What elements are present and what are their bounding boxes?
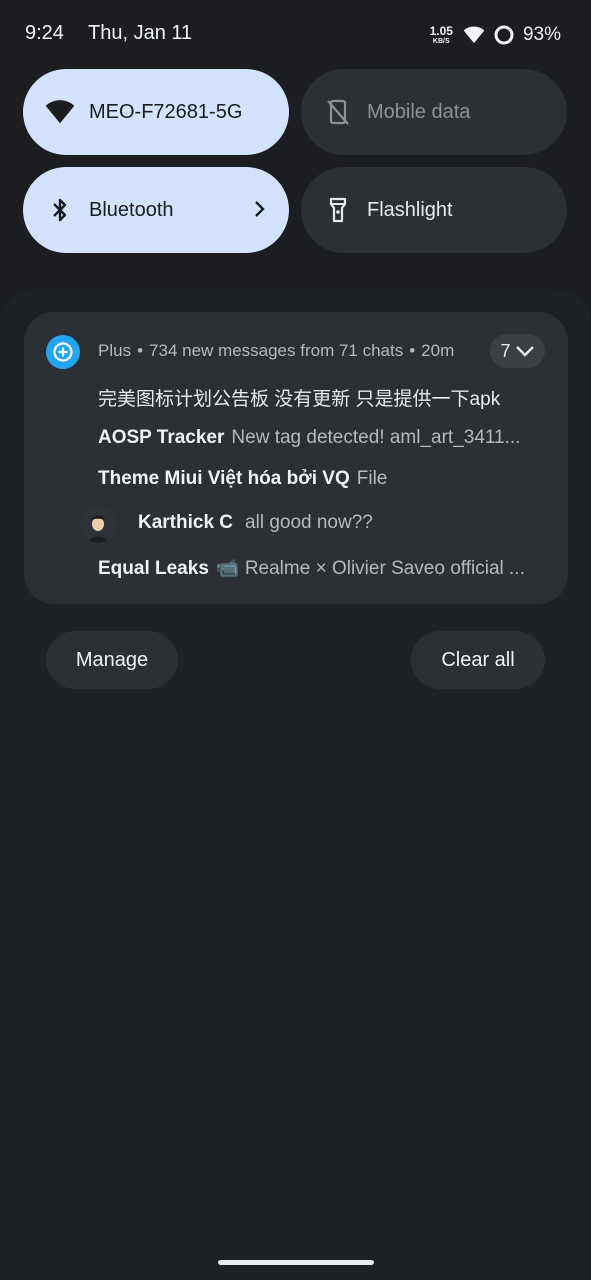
message-text: 完美图标计划公告板 没有更新 只是提供一下apk (98, 389, 501, 410)
chevron-down-icon (515, 346, 534, 357)
chevron-right-icon[interactable] (253, 198, 267, 225)
wifi-tile-label: MEO-F72681-5G (89, 100, 243, 123)
message-row: 完美图标计划公告板 没有更新 只是提供一下apk (98, 384, 500, 411)
notification-time: 20m (421, 341, 455, 360)
flashlight-icon (323, 195, 353, 225)
flashlight-tile-label: Flashlight (367, 198, 453, 221)
notification-header: Plus • 734 new messages from 71 chats • 20m (98, 341, 455, 360)
plus-notification-card[interactable]: Plus • 734 new messages from 71 chats • 20m … (24, 312, 568, 604)
clear-all-button[interactable]: Clear all (411, 631, 545, 689)
message-row: Theme Miui Việt hóa bởi VQ File (98, 468, 387, 490)
battery-saver-ring-icon (493, 24, 515, 46)
plus-app-icon (46, 335, 80, 369)
network-speed-value: 1.05 (429, 24, 453, 38)
notification-shade-screen: 9:24 Thu, Jan 11 1.05 KB/S 93% MEO-F7268… (0, 0, 591, 1280)
message-text: File (356, 468, 388, 489)
bluetooth-tile[interactable]: Bluetooth (23, 167, 289, 253)
message-text: all good now?? (245, 512, 373, 533)
bluetooth-tile-label: Bluetooth (89, 198, 174, 221)
message-sender: Karthick C (138, 512, 234, 533)
network-speed: 1.05 KB/S (430, 25, 453, 45)
notification-count: 7 (500, 340, 511, 361)
app-name: Plus (98, 341, 132, 360)
status-time: 9:24 (25, 22, 64, 44)
status-date[interactable]: Thu, Jan 11 (88, 22, 192, 45)
wifi-signal-icon (463, 26, 485, 44)
mobile-data-tile-label: Mobile data (367, 100, 471, 123)
message-text: 📹 Realme × Olivier Saveo official ... (215, 558, 525, 579)
battery-percent: 93% (522, 24, 561, 45)
message-sender: Equal Leaks (98, 558, 209, 579)
avatar (80, 507, 116, 543)
notification-summary: 734 new messages from 71 chats (149, 341, 404, 360)
message-sender: AOSP Tracker (98, 427, 225, 448)
expand-button[interactable]: 7 (490, 334, 545, 368)
message-row: Karthick C all good now?? (138, 512, 373, 534)
bluetooth-icon (45, 195, 75, 225)
message-row: AOSP Tracker New tag detected! aml_art_34… (98, 427, 520, 449)
gesture-nav-handle[interactable] (218, 1260, 374, 1265)
manage-button[interactable]: Manage (46, 631, 178, 689)
status-icons: 1.05 KB/S 93% (430, 22, 561, 48)
wifi-icon (45, 97, 75, 127)
flashlight-tile[interactable]: Flashlight (301, 167, 567, 253)
mobile-data-off-icon (323, 97, 353, 127)
message-row: Equal Leaks 📹 Realme × Olivier Saveo offi… (98, 556, 525, 580)
mobile-data-tile[interactable]: Mobile data (301, 69, 567, 155)
message-text: New tag detected! aml_art_3411... (231, 427, 521, 448)
wifi-tile[interactable]: MEO-F72681-5G (23, 69, 289, 155)
network-speed-unit: KB/S (432, 38, 450, 45)
message-sender: Theme Miui Việt hóa bởi VQ (98, 468, 350, 489)
status-bar: 9:24 Thu, Jan 11 1.05 KB/S 93% (0, 0, 591, 70)
